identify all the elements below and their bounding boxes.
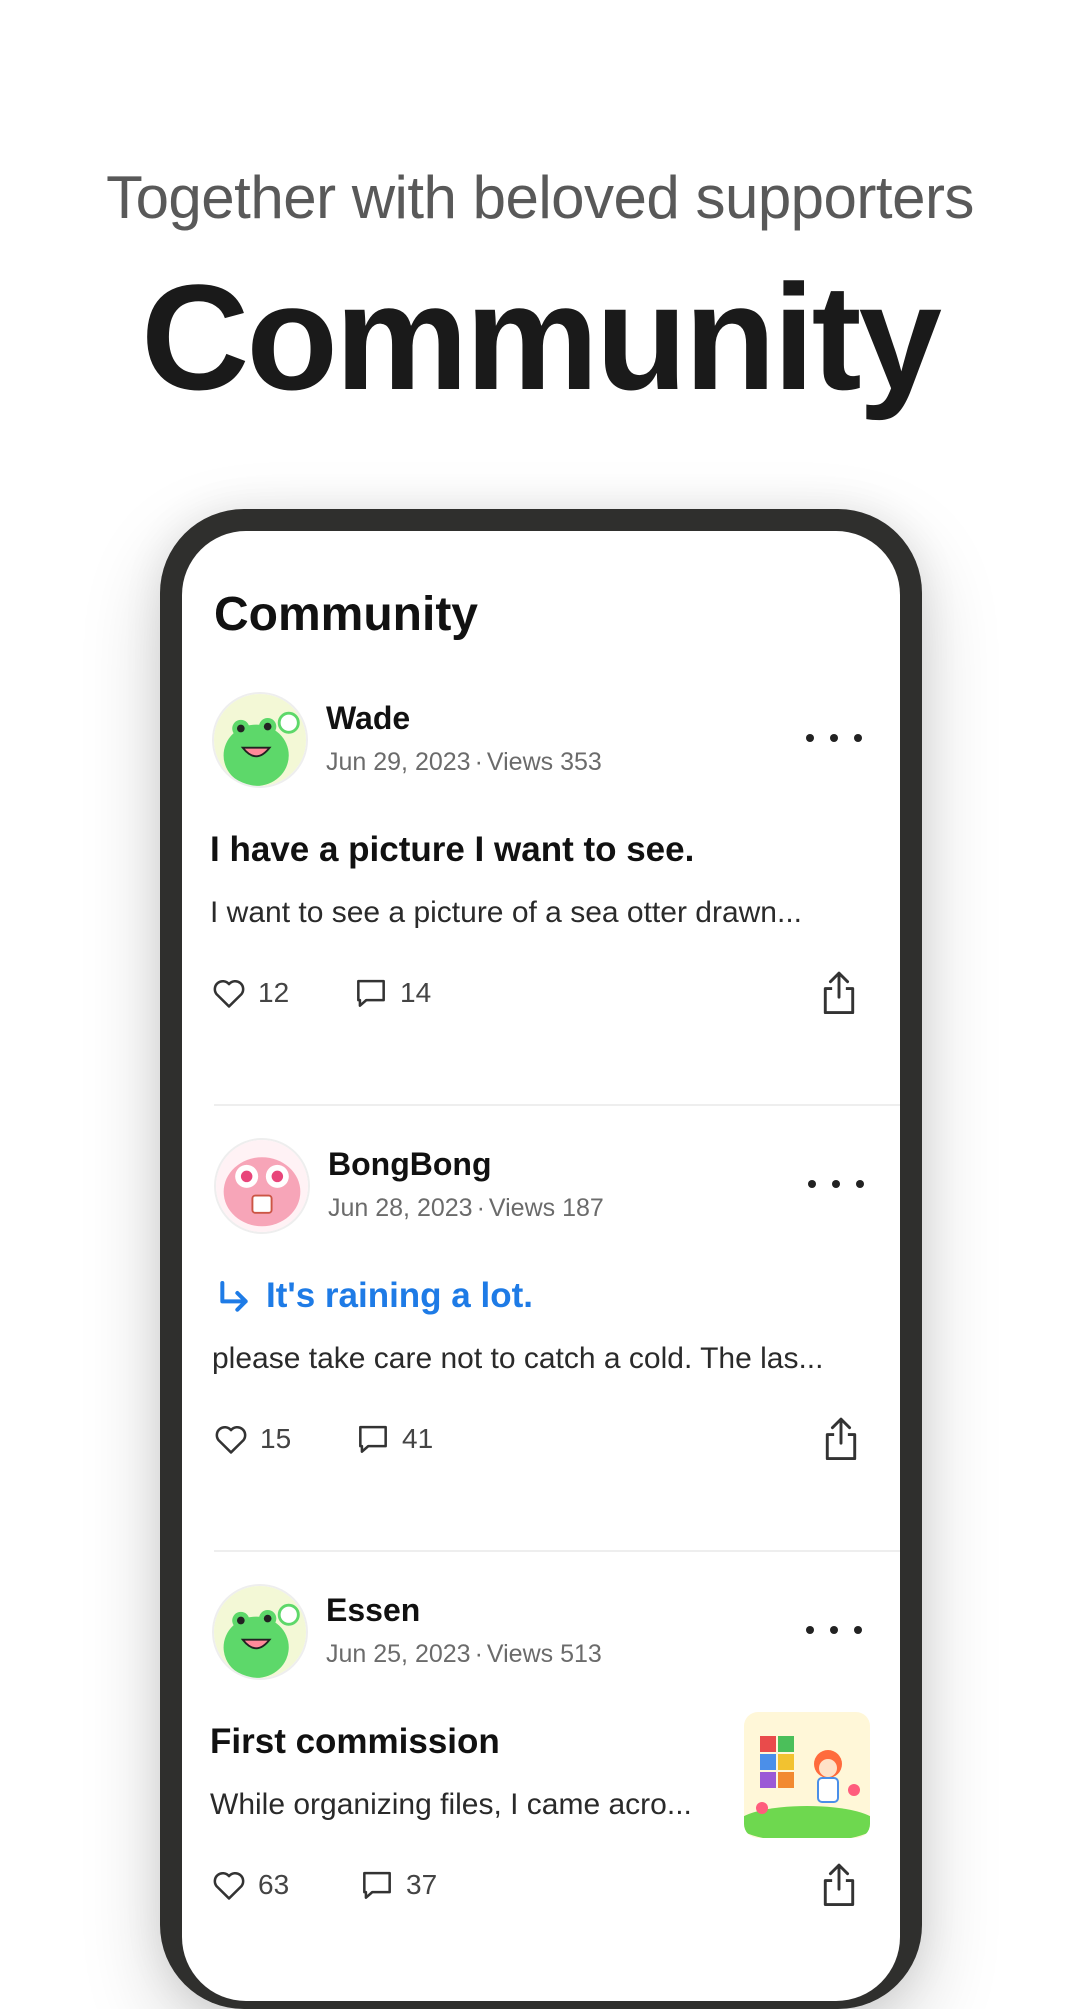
author-name[interactable]: Essen	[326, 1592, 420, 1629]
comment-button[interactable]: 14	[352, 974, 431, 1012]
share-icon[interactable]	[818, 968, 860, 1016]
post-date: Jun 25, 2023	[326, 1640, 471, 1668]
post-views: Views 353	[486, 748, 602, 776]
frog-avatar-icon	[214, 1586, 306, 1678]
heart-icon	[213, 979, 245, 1008]
more-icon[interactable]	[806, 718, 862, 758]
more-icon[interactable]	[808, 1164, 864, 1204]
more-icon[interactable]	[806, 1610, 862, 1650]
comment-button[interactable]: 41	[354, 1420, 433, 1458]
comment-count: 41	[402, 1423, 434, 1454]
post-title[interactable]: It's raining a lot.	[266, 1276, 533, 1316]
meta-separator: ·	[474, 1640, 483, 1668]
like-button[interactable]: 15	[212, 1420, 291, 1458]
post-date: Jun 29, 2023	[326, 748, 471, 776]
post-body[interactable]: please take care not to catch a cold. Th…	[212, 1342, 823, 1376]
post-actions: 12 14	[210, 971, 860, 1018]
post-views: Views 513	[486, 1640, 602, 1668]
like-count: 12	[258, 977, 290, 1008]
heart-icon	[213, 1871, 245, 1900]
post-body[interactable]: While organizing files, I came acro...	[210, 1788, 692, 1822]
post-actions: 15 41	[212, 1417, 862, 1464]
post-actions: 63 37	[210, 1863, 860, 1910]
like-button[interactable]: 63	[210, 1866, 289, 1904]
avatar[interactable]	[214, 1138, 310, 1234]
post-meta: Jun 28, 2023 · Views 187	[328, 1194, 604, 1223]
comment-icon	[359, 1425, 387, 1453]
post-body[interactable]: I want to see a picture of a sea otter d…	[210, 896, 802, 930]
phone-screen: Community Wade Jun 29, 2023 · Views 353 I …	[182, 531, 900, 2001]
like-count: 63	[258, 1869, 290, 1900]
post-title[interactable]: First commission	[210, 1722, 500, 1762]
comment-count: 14	[400, 977, 432, 1008]
tagline: Together with beloved supporters	[106, 164, 974, 231]
post-card[interactable]: Essen Jun 25, 2023 · Views 513 First commi…	[182, 1584, 900, 2001]
post-views: Views 187	[488, 1194, 604, 1222]
like-button[interactable]: 12	[210, 974, 289, 1012]
hero-title: Community	[141, 253, 942, 421]
comment-button[interactable]: 37	[358, 1866, 437, 1904]
post-meta: Jun 25, 2023 · Views 513	[326, 1640, 602, 1669]
post-card[interactable]: Wade Jun 29, 2023 · Views 353 I have a pic…	[182, 692, 900, 1138]
like-count: 15	[260, 1423, 292, 1454]
post-date: Jun 28, 2023	[328, 1194, 473, 1222]
avatar[interactable]	[212, 692, 308, 788]
divider	[214, 1104, 900, 1106]
post-title[interactable]: I have a picture I want to see.	[210, 830, 694, 870]
comment-icon	[363, 1871, 391, 1899]
heart-icon	[215, 1425, 247, 1454]
author-name[interactable]: Wade	[326, 700, 410, 737]
divider	[214, 1550, 900, 1552]
reply-arrow-icon	[220, 1281, 248, 1312]
comment-count: 37	[406, 1869, 438, 1900]
meta-separator: ·	[476, 1194, 485, 1222]
share-icon[interactable]	[820, 1414, 862, 1462]
post-thumbnail[interactable]	[744, 1712, 870, 1838]
comment-icon	[357, 979, 385, 1007]
pink-creature-avatar-icon	[216, 1140, 308, 1232]
post-meta: Jun 29, 2023 · Views 353	[326, 748, 602, 777]
author-name[interactable]: BongBong	[328, 1146, 492, 1183]
phone-frame: Community Wade Jun 29, 2023 · Views 353 I …	[160, 509, 922, 2009]
avatar[interactable]	[212, 1584, 308, 1680]
screen-title: Community	[214, 588, 478, 641]
meta-separator: ·	[474, 748, 483, 776]
illustration-thumbnail-icon	[744, 1712, 870, 1838]
post-card[interactable]: BongBong Jun 28, 2023 · Views 187 It's rai…	[182, 1138, 900, 1584]
frog-avatar-icon	[214, 694, 306, 786]
share-icon[interactable]	[818, 1860, 860, 1908]
